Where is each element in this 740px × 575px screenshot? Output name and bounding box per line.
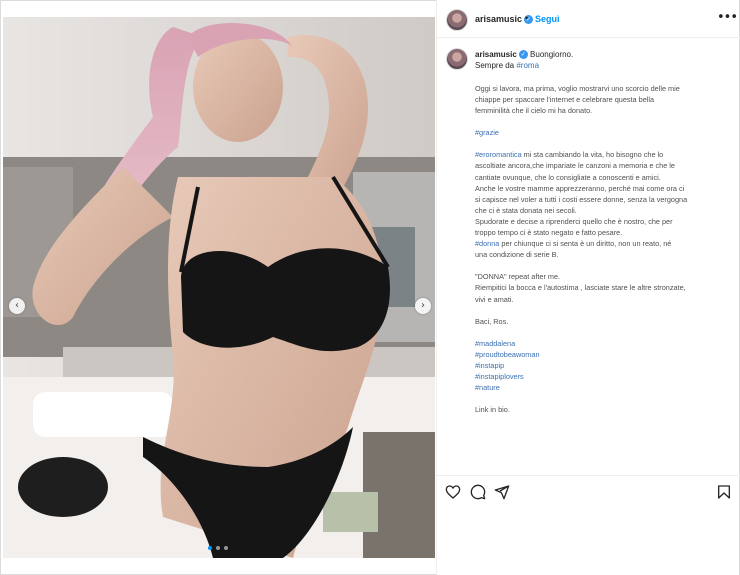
slide-dot [224, 546, 228, 550]
hashtag-link[interactable]: #donna [475, 239, 499, 248]
caption-header: arisamusic ✓ Buongiorno. Sempre da #roma [475, 49, 730, 71]
post-side-panel: arisamusic ✓ • Segui ••• arisamusic ✓ Buon… [436, 0, 740, 575]
more-icon[interactable]: ••• [717, 10, 738, 25]
avatar[interactable] [446, 9, 468, 31]
caption-line: Anche le vostre mamme apprezzeranno, per… [475, 183, 685, 193]
follow-button[interactable]: Segui [535, 14, 560, 24]
caption-username[interactable]: arisamusic ✓ [475, 50, 528, 60]
share-icon[interactable] [494, 484, 510, 500]
caption-line: una condizione di serie B. [475, 250, 559, 260]
caption-paragraph: "DONNA" repeat after me. Riempitici la b… [475, 271, 731, 304]
caption-body: Oggi si lavora, ma prima, voglio mostrar… [475, 83, 731, 426]
caption-line: Riempitici la bocca e l'autostima , lasc… [475, 283, 686, 293]
previous-slide-button[interactable]: ‹ [9, 298, 25, 314]
action-bar [437, 475, 740, 505]
bookmark-icon[interactable] [716, 484, 732, 500]
caption-hashtags: #maddalena #proudtobeawoman #instapip #i… [475, 338, 731, 393]
hashtag-link[interactable]: #proudtobeawoman [475, 349, 731, 360]
caption-line: troppo tempo ci è stato negato e fatto p… [475, 228, 623, 238]
caption-line: mi sta cambiando la vita, ho bisogno che… [521, 150, 664, 160]
hashtag-link[interactable]: #maddalena [475, 338, 731, 349]
post-media[interactable]: ‹ › [3, 17, 435, 558]
header-separator: • [525, 13, 529, 23]
caption: arisamusic ✓ Buongiorno. Sempre da #roma … [437, 38, 740, 470]
hashtag-link[interactable]: #eroromantica [475, 150, 522, 159]
hashtag-link[interactable]: #instapiplovers [475, 371, 731, 382]
caption-line2: Sempre da [475, 61, 517, 70]
slide-dot [208, 546, 212, 550]
hashtag-link[interactable]: #roma [516, 61, 539, 70]
hashtag-link[interactable]: #instapip [475, 360, 731, 371]
caption-line: cantiate ovunque, che lo consigliate a c… [475, 172, 661, 182]
post-photo [3, 17, 435, 558]
caption-line: ascoltiate ancora,che impariate le canzo… [475, 161, 675, 171]
post-header: arisamusic ✓ • Segui ••• [437, 0, 740, 38]
caption-line: Oggi si lavora, ma prima, voglio mostrar… [475, 84, 680, 93]
caption-line: che ci è stata donata nei secoli. [475, 205, 577, 215]
heart-icon[interactable] [445, 484, 461, 500]
header-username-text[interactable]: arisamusic [475, 14, 522, 24]
caption-greeting: Buongiorno. [530, 50, 574, 59]
next-slide-button[interactable]: › [415, 298, 431, 314]
caption-signoff: Baci, Ros. [475, 316, 509, 326]
caption-line: chiappe per spaccare l'internet e celebr… [475, 95, 655, 105]
comment-icon[interactable] [470, 484, 486, 500]
hashtag-link[interactable]: #nature [475, 382, 731, 393]
verified-icon: ✓ [518, 50, 528, 60]
caption-line: vivi e amati. [475, 294, 514, 304]
caption-line: "DONNA" repeat after me. [475, 272, 561, 282]
caption-line: Spudorate e decise a riprenderci quello … [475, 216, 673, 226]
caption-link: Link in bio. [475, 405, 510, 415]
hashtag-link[interactable]: #grazie [475, 128, 499, 137]
caption-avatar[interactable] [446, 48, 468, 70]
caption-line: femminilità che il cielo mi ha donato. [475, 106, 593, 116]
slide-dot [216, 546, 220, 550]
caption-line: si capisce nel voler a tutti i costi ess… [475, 194, 688, 204]
caption-paragraph: Oggi si lavora, ma prima, voglio mostrar… [475, 83, 731, 116]
slide-indicator [208, 546, 228, 550]
caption-line: per chiunque ci si senta è un diritto, n… [499, 239, 672, 249]
caption-username-text[interactable]: arisamusic [475, 50, 517, 59]
caption-paragraph: #grazie [475, 127, 731, 138]
caption-paragraph: #eroromantica mi sta cambiando la vita, … [475, 149, 731, 260]
